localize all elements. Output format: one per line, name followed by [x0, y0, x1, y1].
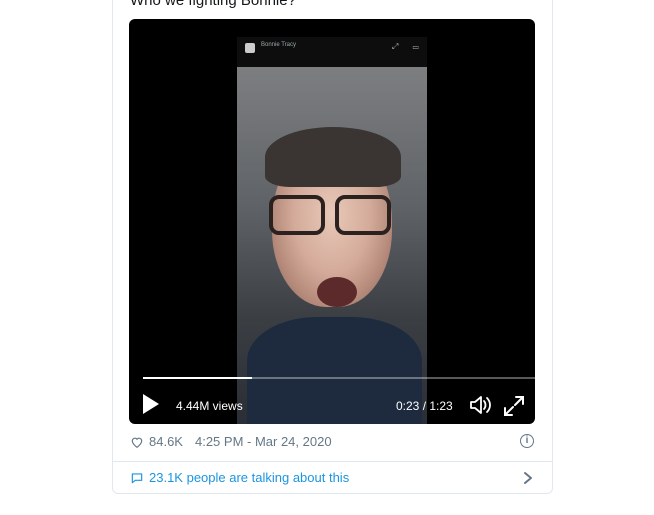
- volume-icon[interactable]: [469, 395, 493, 415]
- conversation-label: 23.1K people are talking about this: [149, 470, 350, 485]
- tweet-text: Who we fighting Bonnie?: [130, 0, 296, 9]
- play-icon[interactable]: [143, 394, 159, 414]
- glasses: [335, 195, 391, 235]
- chevron-right-icon[interactable]: [522, 471, 534, 485]
- glasses: [269, 195, 325, 235]
- inner-name: Bonnie Tracy: [261, 42, 297, 48]
- timestamp[interactable]: 4:25 PM - Mar 24, 2020: [195, 434, 332, 449]
- progress-bar[interactable]: [143, 377, 535, 379]
- video-frame: [237, 67, 427, 424]
- progress-fill: [143, 377, 252, 379]
- tweet-meta: 84.6K 4:25 PM - Mar 24, 2020: [130, 434, 332, 449]
- video-player[interactable]: Bonnie Tracy ⤢ ▭ 4.44M views 0:23 / 1:23: [129, 19, 535, 424]
- chat-bubble-icon: [131, 472, 143, 483]
- mouth: [317, 277, 357, 307]
- view-count: 4.44M views: [176, 399, 243, 413]
- info-icon[interactable]: i: [520, 434, 534, 448]
- inner-avatar: [245, 43, 255, 53]
- heart-icon[interactable]: [130, 435, 144, 449]
- divider: [112, 461, 553, 462]
- like-count[interactable]: 84.6K: [149, 434, 183, 449]
- inner-icons: ⤢ ▭: [392, 42, 425, 51]
- conversation-link[interactable]: 23.1K people are talking about this: [130, 470, 349, 485]
- video-time: 0:23 / 1:23: [396, 399, 453, 413]
- fullscreen-icon[interactable]: [503, 395, 525, 417]
- hair: [265, 127, 401, 187]
